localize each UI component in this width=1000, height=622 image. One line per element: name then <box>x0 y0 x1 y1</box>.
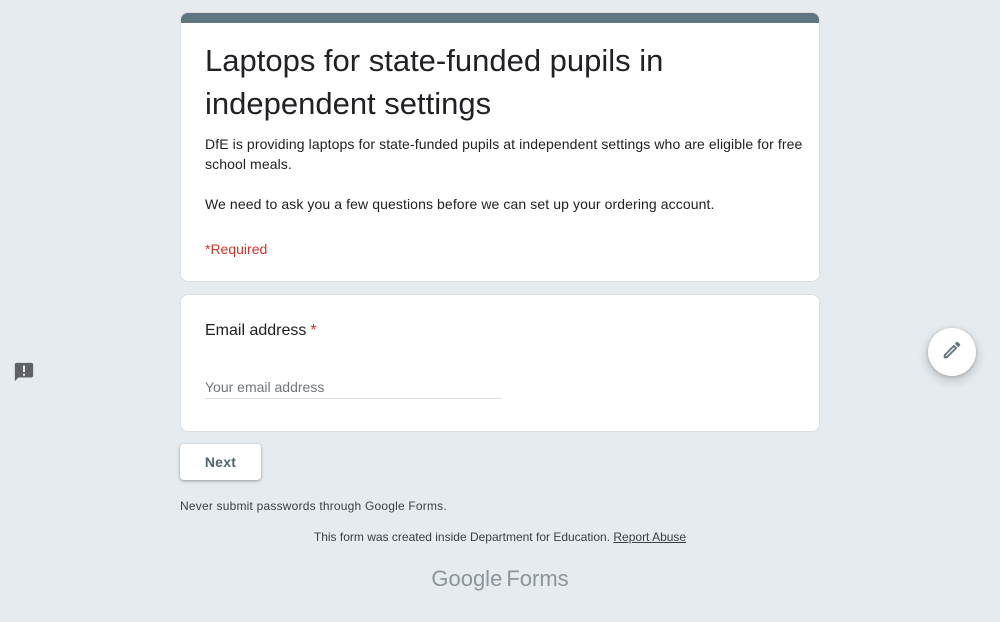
form-title: Laptops for state-funded pupils in indep… <box>205 43 664 121</box>
required-asterisk: * <box>310 322 317 339</box>
google-forms-logo[interactable]: Google Forms <box>0 564 1000 594</box>
email-question-card: Email address * <box>180 294 820 432</box>
report-abuse-link[interactable]: Report Abuse <box>613 530 686 544</box>
form-header-card: Laptops for state-funded pupils in indep… <box>180 12 820 282</box>
required-note: *Required <box>205 241 268 257</box>
created-by-text: This form was created inside Department … <box>313 530 611 544</box>
form-page: Laptops for state-funded pupils in indep… <box>0 0 1000 622</box>
pencil-icon <box>941 339 963 366</box>
form-description: DfE is providing laptops for state-funde… <box>205 134 805 214</box>
email-field[interactable] <box>205 375 501 399</box>
question-title: Email address * <box>205 321 317 341</box>
form-origin-footer: This form was created inside Department … <box>0 529 1000 545</box>
edit-form-button[interactable] <box>928 328 976 376</box>
feedback-icon[interactable] <box>13 361 35 383</box>
question-label: Email address <box>205 322 307 339</box>
next-button[interactable]: Next <box>180 444 261 480</box>
description-line: DfE is providing laptops for state-funde… <box>205 136 803 172</box>
description-line: We need to ask you a few questions befor… <box>205 196 715 212</box>
password-warning: Never submit passwords through Google Fo… <box>180 499 447 513</box>
logo-google-text: Google <box>431 566 503 591</box>
logo-forms-text: Forms <box>506 566 569 591</box>
header-color-bar <box>181 13 819 23</box>
